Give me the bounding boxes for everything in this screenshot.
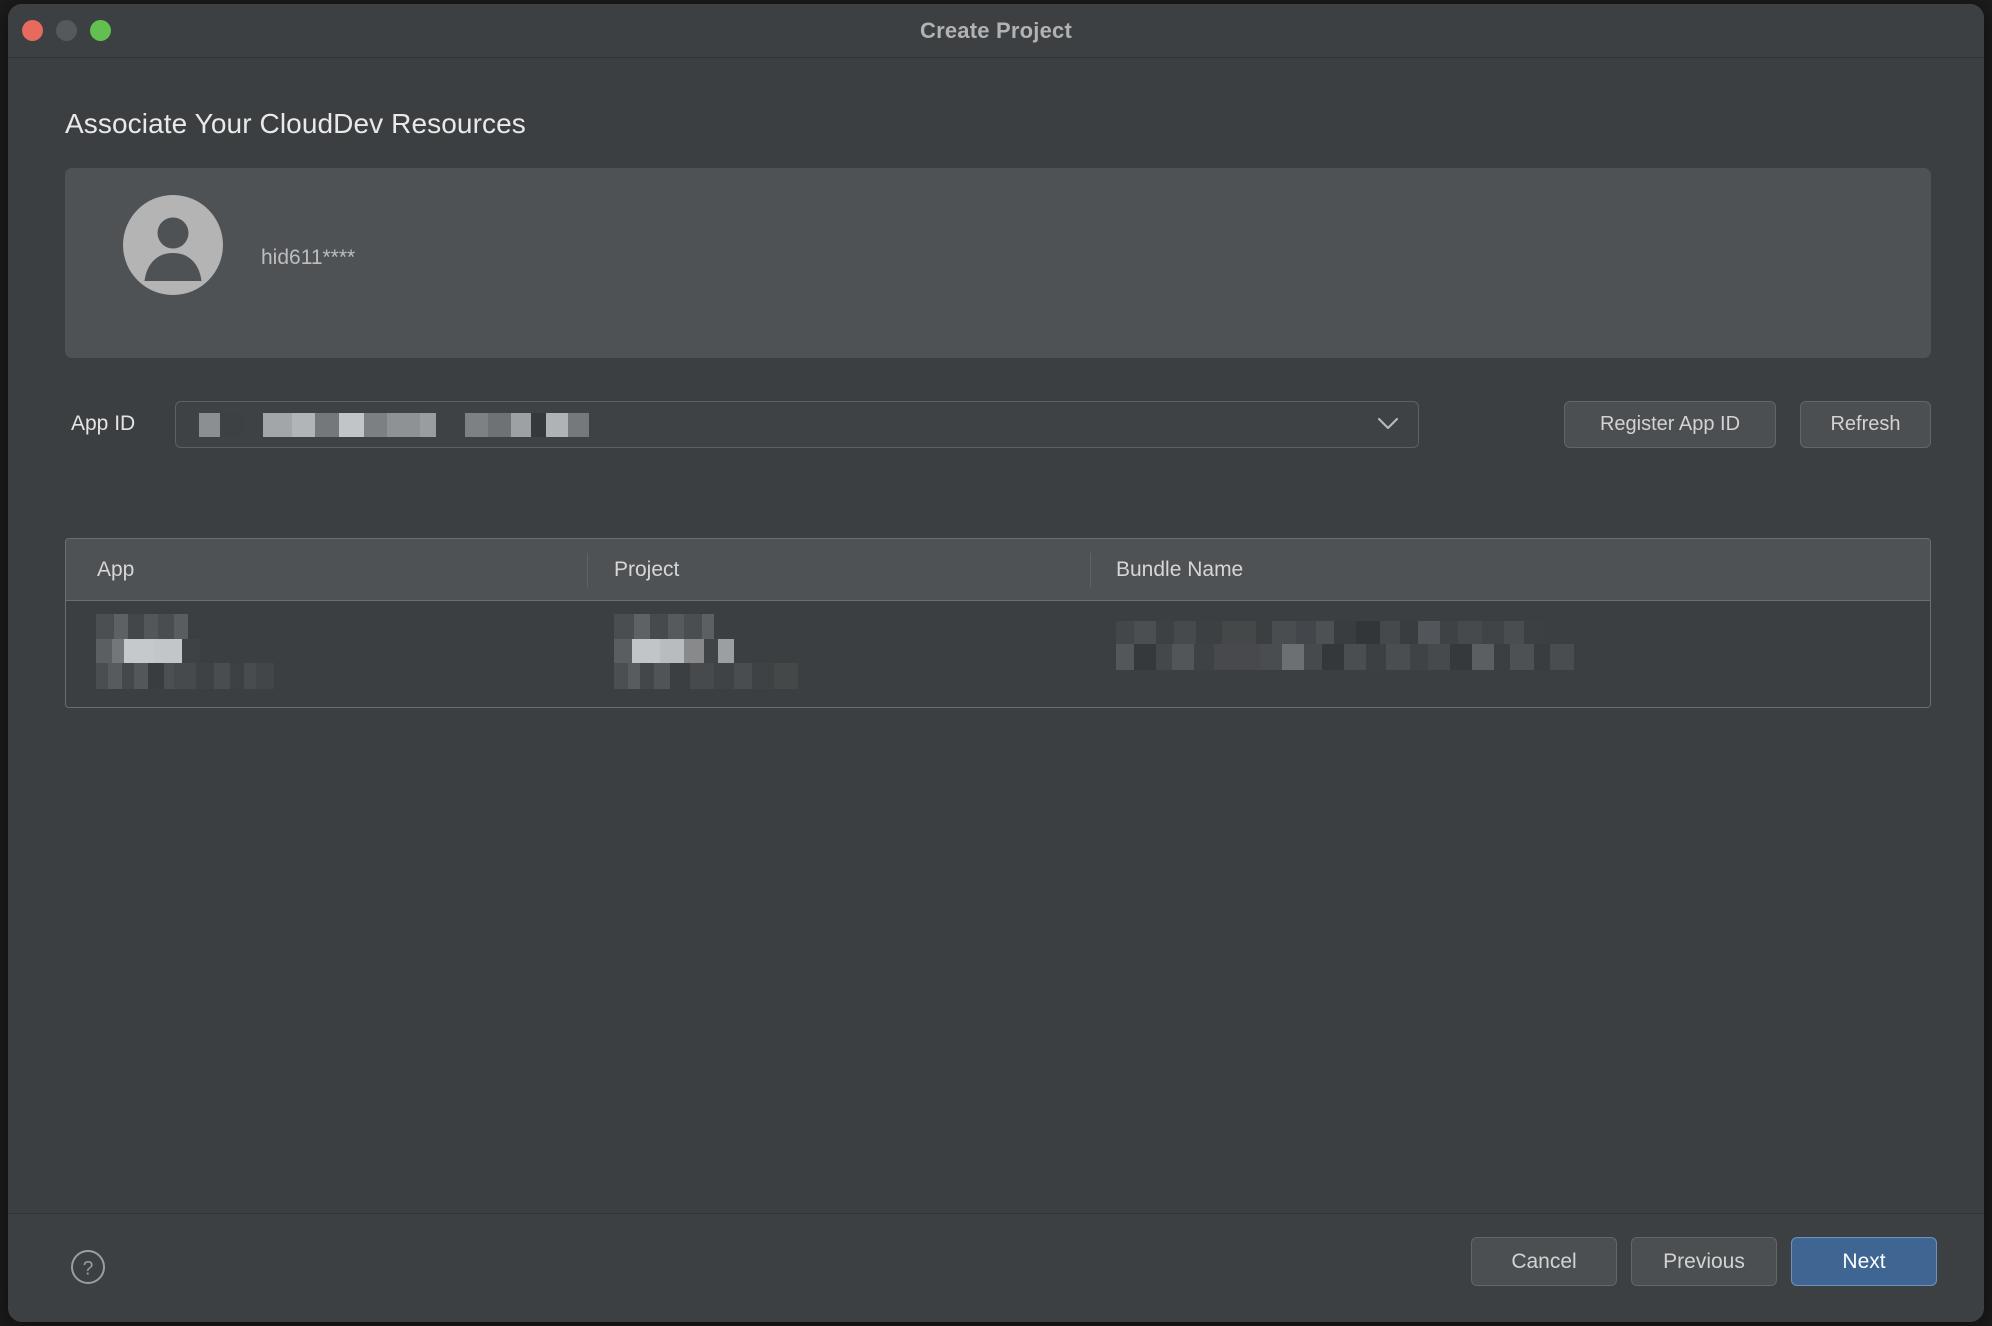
resources-table: App Project Bundle Name bbox=[65, 538, 1931, 708]
register-app-id-button[interactable]: Register App ID bbox=[1564, 401, 1776, 448]
create-project-dialog: Create Project Associate Your CloudDev R… bbox=[8, 4, 1984, 1322]
table-header-row: App Project Bundle Name bbox=[66, 539, 1930, 601]
refresh-button[interactable]: Refresh bbox=[1800, 401, 1931, 448]
column-header-bundle-name[interactable]: Bundle Name bbox=[1116, 539, 1243, 600]
cell-project-redacted-3 bbox=[614, 663, 834, 689]
dialog-content: Associate Your CloudDev Resources hid611… bbox=[8, 58, 1984, 1213]
help-circle-icon[interactable]: ? bbox=[70, 1249, 106, 1285]
chevron-down-icon[interactable] bbox=[1378, 417, 1398, 429]
app-id-label: App ID bbox=[71, 412, 135, 436]
app-id-value-redacted bbox=[189, 413, 589, 437]
app-id-row: App ID bbox=[65, 401, 1931, 449]
column-header-app[interactable]: App bbox=[97, 539, 134, 600]
table-row[interactable] bbox=[66, 601, 1930, 707]
account-username: hid611**** bbox=[261, 246, 355, 270]
cancel-button[interactable]: Cancel bbox=[1471, 1237, 1617, 1286]
cell-project-redacted-2 bbox=[614, 639, 744, 665]
window-titlebar: Create Project bbox=[8, 4, 1984, 58]
svg-text:?: ? bbox=[83, 1259, 94, 1280]
window-title: Create Project bbox=[8, 4, 1984, 57]
previous-button[interactable]: Previous bbox=[1631, 1237, 1777, 1286]
column-header-project[interactable]: Project bbox=[614, 539, 679, 600]
cell-bundle-name-redacted bbox=[1116, 621, 1586, 645]
next-button[interactable]: Next bbox=[1791, 1237, 1937, 1286]
cell-bundle-name-redacted-2 bbox=[1116, 644, 1586, 670]
app-id-select[interactable] bbox=[175, 401, 1419, 448]
cell-app-redacted-2 bbox=[96, 639, 216, 665]
dialog-footer: ? Cancel Previous Next bbox=[8, 1213, 1984, 1322]
cell-project-redacted bbox=[614, 614, 744, 642]
page-title: Associate Your CloudDev Resources bbox=[65, 108, 526, 140]
account-card: hid611**** bbox=[65, 168, 1931, 358]
cell-app-redacted-3 bbox=[96, 663, 336, 689]
table-body bbox=[66, 601, 1930, 707]
user-avatar-icon bbox=[123, 195, 223, 295]
cell-app-redacted bbox=[96, 614, 216, 642]
